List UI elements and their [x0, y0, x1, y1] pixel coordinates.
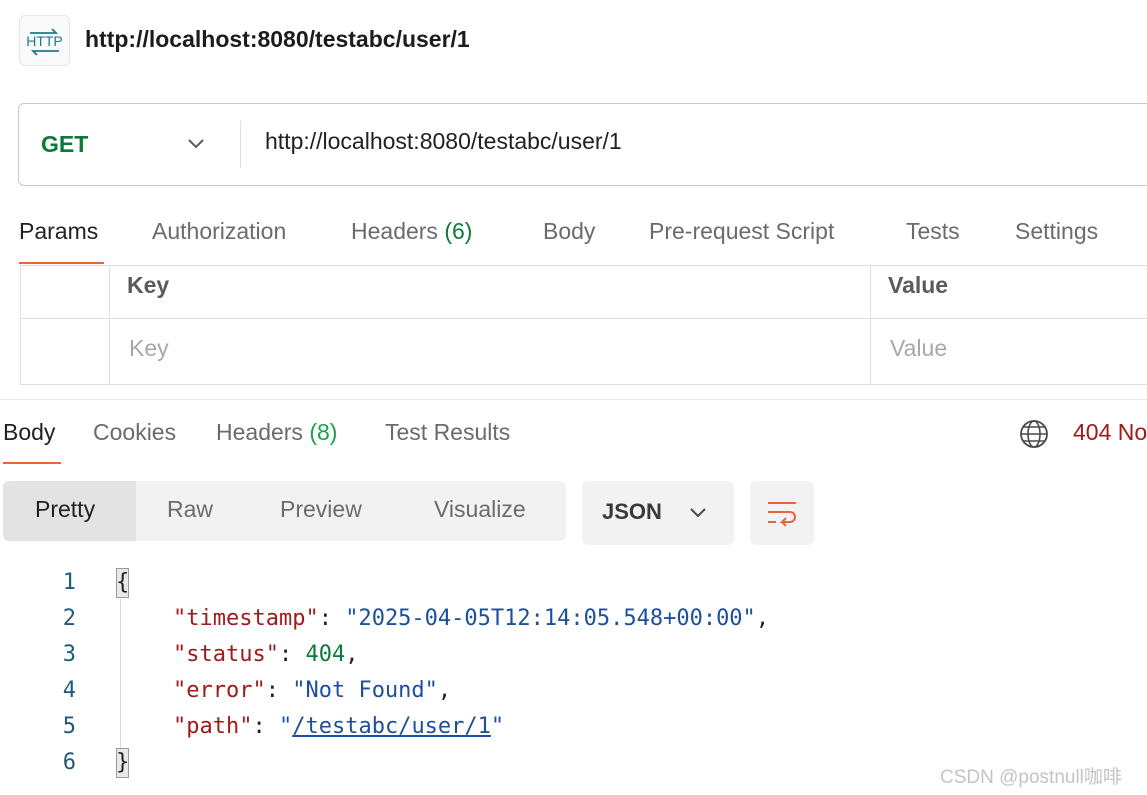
- line-number: 3: [62, 642, 76, 667]
- column-header-key: Key: [127, 272, 170, 298]
- line-number: 2: [62, 606, 76, 631]
- url-input[interactable]: http://localhost:8080/testabc/user/1: [265, 128, 622, 155]
- tab-settings[interactable]: Settings: [1015, 218, 1098, 245]
- tab-body[interactable]: Body: [543, 218, 595, 245]
- json-path-link[interactable]: /testabc/user/1: [292, 714, 491, 739]
- json-line: "status": 404,: [173, 642, 359, 667]
- view-visualize-button[interactable]: Visualize: [434, 496, 526, 523]
- json-close-brace: }: [116, 750, 130, 775]
- line-number: 6: [62, 750, 76, 775]
- json-line: "timestamp": "2025-04-05T12:14:05.548+00…: [173, 606, 770, 631]
- response-tab-headers-label: Headers: [216, 419, 303, 445]
- tab-headers[interactable]: Headers (6): [351, 218, 472, 245]
- json-open-brace: {: [116, 570, 130, 595]
- json-number-value: 404: [305, 642, 346, 667]
- json-key: "path": [173, 714, 253, 739]
- json-key: "timestamp": [173, 606, 319, 631]
- table-row-divider: [20, 318, 1147, 319]
- json-line: "path": "/testabc/user/1": [173, 714, 505, 739]
- column-header-value: Value: [888, 272, 949, 298]
- http-icon: HTTP: [19, 15, 70, 66]
- indent-guide: [120, 599, 121, 749]
- view-pretty-button[interactable]: Pretty: [35, 496, 95, 523]
- response-tab-test-results[interactable]: Test Results: [385, 419, 510, 446]
- view-raw-button[interactable]: Raw: [167, 496, 213, 523]
- section-divider: [0, 399, 1147, 400]
- line-number: 1: [62, 570, 76, 595]
- param-key-input[interactable]: Key: [129, 335, 169, 362]
- active-response-tab-indicator: [3, 462, 61, 464]
- json-string-value: "2025-04-05T12:14:05.548+00:00": [345, 606, 756, 631]
- view-preview-button[interactable]: Preview: [280, 496, 362, 523]
- response-tab-headers[interactable]: Headers (8): [216, 419, 337, 446]
- globe-icon[interactable]: [1018, 418, 1050, 450]
- page-title: http://localhost:8080/testabc/user/1: [85, 26, 470, 52]
- table-border: [109, 265, 110, 385]
- json-key: "status": [173, 642, 279, 667]
- tab-pre-request-script[interactable]: Pre-request Script: [649, 218, 834, 245]
- chevron-down-icon[interactable]: [688, 505, 708, 521]
- chevron-down-icon[interactable]: [186, 136, 206, 152]
- response-status: 404 No: [1073, 419, 1147, 445]
- table-border: [870, 265, 871, 385]
- active-tab-indicator: [19, 262, 104, 264]
- json-line: "error": "Not Found",: [173, 678, 452, 703]
- format-select-label: JSON: [602, 499, 662, 524]
- json-string-value: "Not Found": [292, 678, 438, 703]
- params-table: [20, 265, 1147, 385]
- line-number: 4: [62, 678, 76, 703]
- table-border: [20, 265, 21, 385]
- param-value-input[interactable]: Value: [890, 335, 947, 362]
- tab-headers-count: (6): [444, 218, 473, 244]
- watermark: CSDN @postnull咖啡: [940, 767, 1122, 788]
- tab-tests[interactable]: Tests: [906, 218, 960, 245]
- wrap-lines-icon: [766, 498, 798, 528]
- http-icon-text: HTTP: [26, 33, 63, 49]
- tab-authorization[interactable]: Authorization: [152, 218, 286, 245]
- divider: [240, 121, 241, 168]
- response-tab-cookies[interactable]: Cookies: [93, 419, 176, 446]
- response-tab-headers-count: (8): [309, 419, 338, 445]
- tab-headers-label: Headers: [351, 218, 438, 244]
- line-number: 5: [62, 714, 76, 739]
- method-select[interactable]: GET: [41, 131, 88, 158]
- tab-params[interactable]: Params: [19, 218, 98, 245]
- json-key: "error": [173, 678, 266, 703]
- response-tab-body[interactable]: Body: [3, 419, 55, 446]
